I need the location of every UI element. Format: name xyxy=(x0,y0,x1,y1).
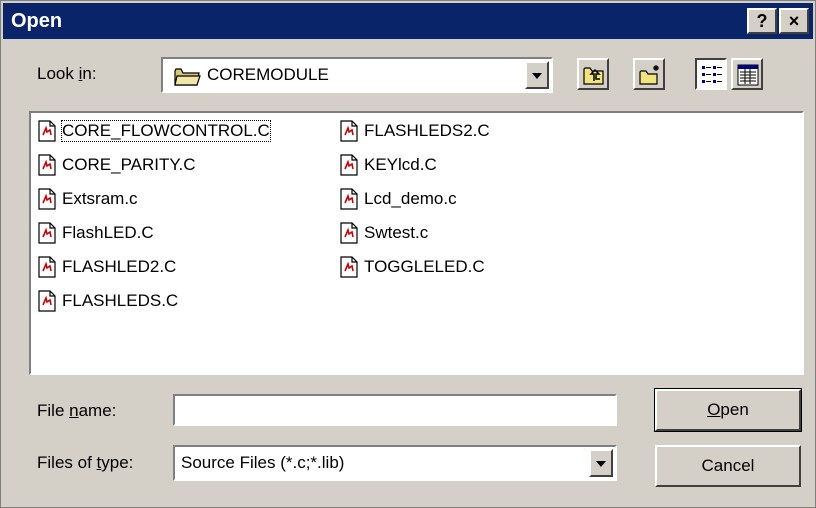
file-name-text: FLASHLED2.C xyxy=(62,257,177,276)
file-type-combo[interactable]: Source Files (*.c;*.lib) xyxy=(173,445,617,481)
c-source-file-icon xyxy=(339,188,364,210)
chevron-down-icon xyxy=(532,73,542,79)
c-source-file-icon xyxy=(37,290,62,312)
help-icon: ? xyxy=(756,10,768,31)
file-name-input[interactable] xyxy=(173,394,617,426)
file-name-text: FlashLED.C xyxy=(62,223,154,242)
close-button[interactable]: × xyxy=(779,8,809,34)
c-source-file-icon xyxy=(339,222,364,244)
look-in-combo[interactable]: COREMODULE xyxy=(161,57,553,93)
close-icon: × xyxy=(788,10,800,31)
file-list-item[interactable]: TOGGLELED.C xyxy=(339,255,485,279)
c-source-file-icon xyxy=(37,256,62,278)
file-list[interactable]: CORE_FLOWCONTROL.C CORE_PARITY.C Extsram.c… xyxy=(29,111,804,375)
up-one-level-icon xyxy=(583,67,604,85)
file-name-text: Lcd_demo.c xyxy=(364,189,457,208)
file-list-item[interactable]: FLASHLEDS2.C xyxy=(339,119,490,143)
file-name-text: TOGGLELED.C xyxy=(364,257,485,276)
c-source-file-icon xyxy=(37,154,62,176)
file-name-text: KEYlcd.C xyxy=(364,155,437,174)
file-type-label: Files of type: xyxy=(37,453,134,472)
file-name-text: FLASHLEDS2.C xyxy=(364,121,490,140)
file-list-item[interactable]: Lcd_demo.c xyxy=(339,187,457,211)
folder-icon xyxy=(174,68,201,86)
new-folder-icon xyxy=(639,65,659,85)
cancel-button-label: Cancel xyxy=(701,456,755,475)
file-list-item[interactable]: CORE_FLOWCONTROL.C xyxy=(37,119,271,143)
file-name-text: FLASHLEDS.C xyxy=(62,291,179,310)
file-list-item[interactable]: FLASHLEDS.C xyxy=(37,289,178,313)
open-button-label: Open xyxy=(707,400,749,419)
file-list-item[interactable]: FLASHLED2.C xyxy=(37,255,176,279)
title-bar[interactable]: Open ? × xyxy=(3,3,813,39)
look-in-label: Look in: xyxy=(37,64,97,83)
look-in-value: COREMODULE xyxy=(207,65,329,84)
c-source-file-icon xyxy=(339,154,364,176)
file-type-dropdown-button[interactable] xyxy=(589,449,613,477)
up-one-level-button[interactable] xyxy=(577,58,609,90)
file-name-label: File name: xyxy=(37,401,117,420)
open-dialog: Open ? × Look in: COREMODULE CORE_FLOWCO… xyxy=(0,0,816,508)
details-view-icon xyxy=(737,64,759,86)
c-source-file-icon xyxy=(37,188,62,210)
help-button[interactable]: ? xyxy=(747,8,777,34)
look-in-dropdown-button[interactable] xyxy=(525,61,549,89)
file-list-item[interactable]: KEYlcd.C xyxy=(339,153,437,177)
list-view-button[interactable] xyxy=(695,58,727,90)
dialog-title: Open xyxy=(11,10,63,32)
cancel-button[interactable]: Cancel xyxy=(655,445,801,487)
details-view-button[interactable] xyxy=(731,58,763,90)
file-list-item[interactable]: Extsram.c xyxy=(37,187,138,211)
file-type-value: Source Files (*.c;*.lib) xyxy=(181,453,345,472)
file-name-text: Swtest.c xyxy=(364,223,429,242)
new-folder-button[interactable] xyxy=(633,58,665,90)
c-source-file-icon xyxy=(339,120,364,142)
file-name-text: Extsram.c xyxy=(62,189,138,208)
file-name-text: CORE_FLOWCONTROL.C xyxy=(61,120,271,142)
file-name-text: CORE_PARITY.C xyxy=(62,155,196,174)
c-source-file-icon xyxy=(37,120,62,142)
file-list-item[interactable]: FlashLED.C xyxy=(37,221,154,245)
c-source-file-icon xyxy=(339,256,364,278)
open-button[interactable]: Open xyxy=(654,388,802,432)
c-source-file-icon xyxy=(37,222,62,244)
file-list-item[interactable]: Swtest.c xyxy=(339,221,428,245)
chevron-down-icon xyxy=(596,461,606,467)
list-view-icon xyxy=(702,66,722,83)
file-list-item[interactable]: CORE_PARITY.C xyxy=(37,153,196,177)
